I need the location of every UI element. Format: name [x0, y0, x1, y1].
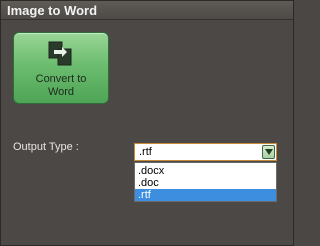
option-docx[interactable]: .docx: [135, 165, 276, 177]
convert-to-word-button[interactable]: Convert to Word: [13, 32, 109, 104]
option-rtf[interactable]: .rtf: [135, 189, 276, 201]
output-type-label: Output Type :: [13, 141, 79, 153]
option-doc[interactable]: .doc: [135, 177, 276, 189]
image-to-word-panel: Image to Word Convert to Word Output Typ…: [0, 0, 294, 246]
panel-header: Image to Word: [1, 1, 293, 20]
output-type-dropdown: .docx .doc .rtf: [134, 162, 277, 202]
panel-title: Image to Word: [7, 3, 98, 18]
output-type-select[interactable]: .rtf: [134, 143, 277, 161]
chevron-down-icon[interactable]: [262, 145, 275, 159]
selected-value: .rtf: [139, 146, 152, 158]
convert-document-icon: [47, 40, 75, 68]
convert-button-label: Convert to Word: [35, 73, 87, 98]
